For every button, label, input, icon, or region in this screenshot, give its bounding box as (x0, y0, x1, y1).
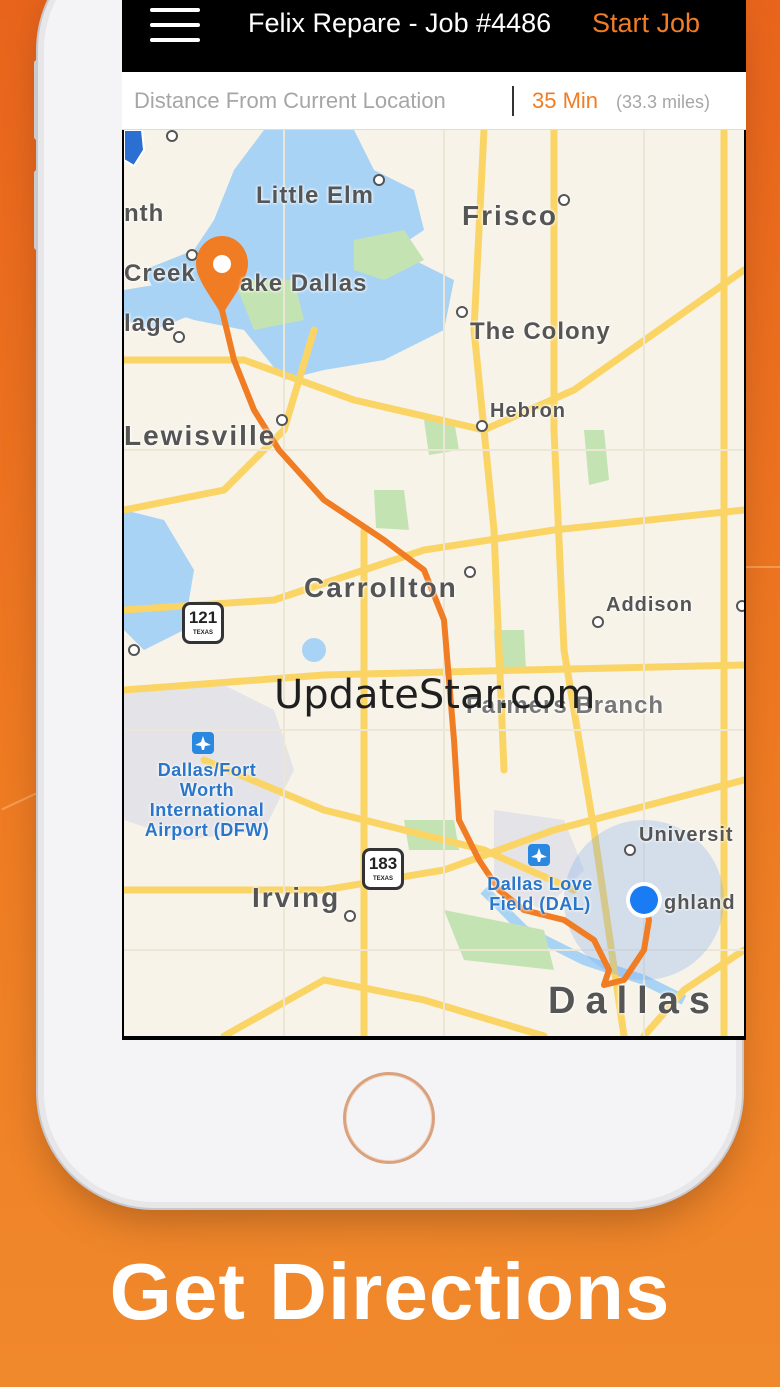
place-label: Little Elm (256, 182, 375, 209)
place-dot (558, 194, 570, 206)
place-dot (276, 414, 288, 426)
place-label: Universit (639, 824, 734, 846)
road (220, 976, 548, 1036)
place-label: ghland (664, 892, 736, 914)
pond (302, 638, 326, 662)
airport-label-dfw: Dallas/Fort Worth International Airport … (144, 760, 270, 840)
distance-label: Distance From Current Location (134, 88, 446, 113)
airplane-icon (528, 844, 550, 866)
background-line (740, 566, 780, 568)
caption: Get Directions (109, 1247, 671, 1336)
start-job-button[interactable]: Start Job (592, 8, 700, 39)
route-map[interactable]: Little Elm Frisco nth Creek ake Dallas l… (124, 130, 744, 1036)
watermark: UpdateStar.com (274, 672, 596, 718)
place-dot (344, 910, 356, 922)
park (374, 490, 409, 530)
travel-time: 35 Min (532, 88, 599, 113)
phone-side-button (34, 60, 40, 140)
place-label: Dallas (548, 980, 720, 1022)
airplane-icon (192, 732, 214, 754)
place-label: nth (124, 200, 165, 227)
place-dot (166, 130, 178, 142)
park (444, 910, 554, 970)
airport-label-dal: Dallas Love Field (DAL) (487, 874, 593, 914)
shield-number: 183 (368, 854, 398, 873)
place-dot (456, 306, 468, 318)
info-divider (512, 86, 514, 116)
shield-state: TEXAS (192, 630, 213, 636)
job-title: Felix Repare - Job #4486 (248, 8, 552, 38)
place-label: Hebron (490, 400, 566, 422)
current-location-dot-inner (630, 886, 658, 914)
place-dot (373, 174, 385, 186)
hamburger-menu-icon[interactable] (150, 8, 200, 44)
place-dot (592, 616, 604, 628)
place-label: lage (124, 310, 177, 337)
place-label: Addison (606, 594, 693, 616)
distance-info-bar: Distance From Current Location 35 Min (3… (122, 72, 746, 130)
place-dot (464, 566, 476, 578)
phone-screen: Felix Repare - Job #4486 Start Job Dista… (122, 0, 746, 1040)
shield-number: 121 (188, 608, 218, 627)
highway-183-shield: 183 TEXAS (362, 848, 404, 890)
place-dot (624, 844, 636, 856)
travel-distance: (33.3 miles) (616, 92, 711, 112)
place-label: Irving (252, 882, 341, 913)
phone-side-button (34, 170, 40, 250)
place-dot (736, 600, 744, 612)
phone-frame: Felix Repare - Job #4486 Start Job Dista… (44, 0, 746, 1202)
place-dot (186, 249, 198, 261)
place-label: ake Dallas (240, 270, 368, 297)
place-label: Frisco (462, 200, 559, 231)
place-label: Lewisville (124, 420, 277, 451)
shield-state: TEXAS (372, 876, 393, 882)
home-button[interactable] (343, 1072, 435, 1164)
park (584, 430, 609, 485)
place-label: The Colony (470, 318, 611, 345)
app-bar: Felix Repare - Job #4486 Start Job (122, 0, 746, 72)
interstate-shield-icon (124, 130, 146, 168)
highway-121-shield: 121 TEXAS (182, 602, 224, 644)
place-dot (128, 644, 140, 656)
place-label: Creek (124, 260, 196, 287)
place-label: Carrollton (304, 572, 458, 603)
place-dot (476, 420, 488, 432)
